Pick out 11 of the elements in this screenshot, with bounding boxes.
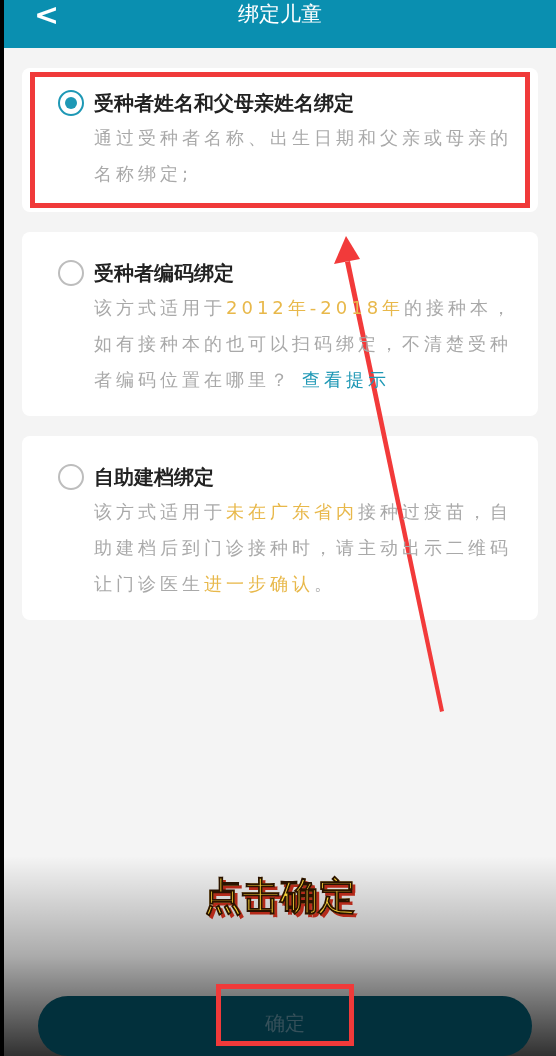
radio-button[interactable] bbox=[58, 464, 84, 490]
option-title: 受种者编码绑定 bbox=[94, 260, 234, 287]
option-card[interactable]: 受种者姓名和父母亲姓名绑定 通过受种者名称、出生日期和父亲或母亲的名称绑定; bbox=[22, 68, 538, 212]
option-title: 受种者姓名和父母亲姓名绑定 bbox=[94, 90, 354, 117]
option-description: 通过受种者名称、出生日期和父亲或母亲的名称绑定; bbox=[94, 126, 513, 186]
radio-button[interactable] bbox=[58, 90, 84, 116]
option-title: 自助建档绑定 bbox=[94, 464, 214, 491]
radio-button[interactable] bbox=[58, 260, 84, 286]
caption: 点击确定 bbox=[204, 873, 356, 920]
page-title: 绑定儿童 bbox=[238, 1, 322, 29]
back-button[interactable]: < bbox=[34, 0, 60, 30]
